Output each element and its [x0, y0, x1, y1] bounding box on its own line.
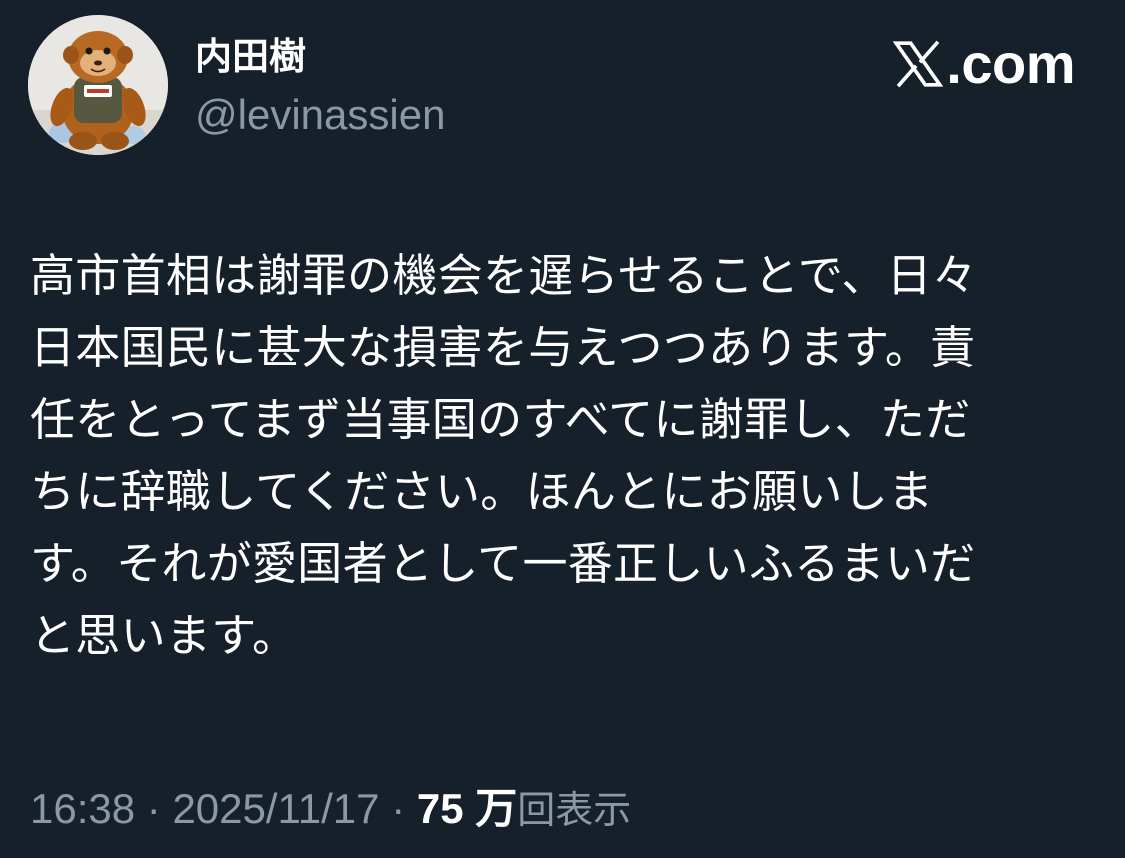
x-logo-icon [892, 40, 944, 88]
tweet-text-line: 日本国民に甚大な損害を与えつつあります。責 [30, 321, 976, 374]
tweet-text-line: 任をとってまず当事国のすべてに謝罪し、ただ [30, 393, 971, 446]
tweet-date[interactable]: 2025/11/17 [172, 785, 379, 832]
tweet-text-line: と思います。 [30, 609, 298, 662]
views-label: 回表示 [517, 788, 632, 832]
tweet-card: 内田樹 @levinassien .com 高市首相は謝罪の機会を遅らせることで… [0, 0, 1125, 858]
tweet-text-line: す。それが愛国者として一番正しいふるまいだ [30, 537, 976, 590]
x-com-brand: .com [892, 34, 1075, 94]
meta-separator: · [379, 785, 417, 832]
avatar[interactable] [28, 15, 168, 155]
orange-monkey-plush-avatar-icon [28, 15, 168, 155]
tweet-text-line: 高市首相は謝罪の機会を遅らせることで、日々 [30, 249, 978, 302]
brand-domain-text: .com [946, 32, 1075, 95]
tweet-text-line: ちに辞職してください。ほんとにお願いしま [30, 465, 934, 518]
author-display-name[interactable]: 内田樹 [195, 32, 306, 82]
views-unit: 万 [475, 784, 518, 833]
views-count: 75 万 [416, 784, 518, 833]
tweet-time[interactable]: 16:38 [30, 785, 135, 832]
tweet-text: 高市首相は謝罪の機会を遅らせることで、日々 日本国民に甚大な損害を与えつつありま… [30, 240, 1095, 672]
meta-separator: · [135, 785, 173, 832]
author-handle[interactable]: @levinassien [195, 88, 445, 142]
views-number: 75 [416, 785, 464, 832]
tweet-meta: 16:38 · 2025/11/17 · 75 万回表示 [30, 783, 631, 836]
